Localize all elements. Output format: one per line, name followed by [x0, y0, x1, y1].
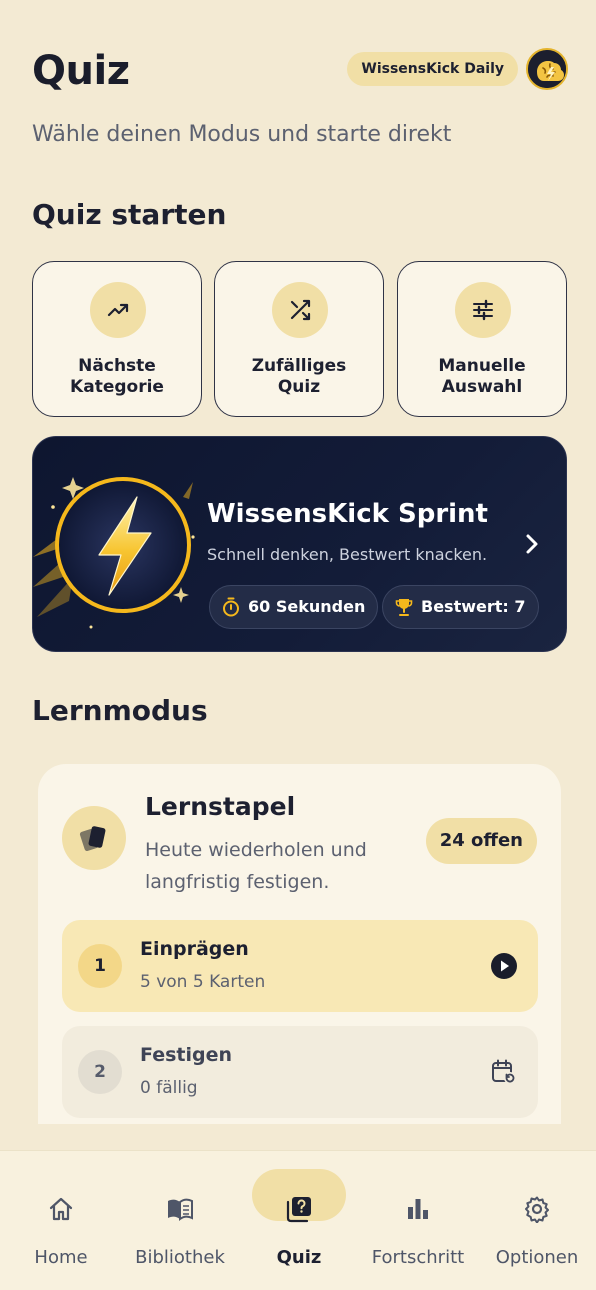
tile-label: Manuelle Auswahl — [438, 356, 526, 397]
tab-fortschritt[interactable]: Fortschritt — [363, 1169, 473, 1269]
quiz-icon — [286, 1197, 311, 1223]
play-icon[interactable] — [490, 952, 518, 980]
step-title: Festigen — [140, 1044, 233, 1066]
tile-label: Nächste Kategorie — [70, 356, 164, 397]
bar-chart-icon — [408, 1199, 428, 1219]
tab-optionen[interactable]: Optionen — [482, 1169, 592, 1269]
tile-icon-circle — [90, 282, 146, 338]
timer-chip-label: 60 Sekunden — [248, 597, 366, 616]
tab-label: Bibliothek — [135, 1247, 225, 1268]
gear-icon — [525, 1196, 549, 1223]
tab-label: Fortschritt — [371, 1247, 465, 1268]
tile-icon-circle — [455, 282, 511, 338]
tab-bar: Home Bibliothek Quiz Fortschritt Optione… — [0, 1150, 596, 1290]
section-title-quiz-starten: Quiz starten — [32, 198, 227, 231]
section-title-lernmodus: Lernmodus — [32, 694, 208, 727]
learn-deck-card: Lernstapel Heute wiederholen und langfri… — [38, 764, 561, 1124]
deck-subtitle: Heute wiederholen und langfristig festig… — [145, 839, 367, 893]
tab-label: Home — [34, 1247, 88, 1268]
step-subtitle: 5 von 5 Karten — [140, 972, 266, 992]
tile-label: Zufälliges Quiz — [251, 356, 347, 397]
step-number: 2 — [78, 1050, 122, 1094]
sprint-subtitle: Schnell denken, Bestwert knacken. — [207, 545, 488, 564]
page-title: Quiz — [32, 48, 130, 94]
page-subtitle: Wähle deinen Modus und starte direkt — [32, 122, 452, 147]
timer-chip: 60 Sekunden — [209, 585, 379, 629]
tile-next-category[interactable]: Nächste Kategorie — [32, 261, 202, 417]
shuffle-icon — [290, 299, 311, 321]
tile-random-quiz[interactable]: Zufälliges Quiz — [214, 261, 384, 417]
deck-title: Lernstapel — [145, 792, 296, 821]
best-score-label: Bestwert: 7 — [421, 597, 526, 616]
best-score-chip: Bestwert: 7 — [382, 585, 539, 629]
chevron-right-icon[interactable] — [522, 532, 542, 556]
stopwatch-icon — [223, 597, 239, 617]
tab-label: Optionen — [495, 1247, 579, 1268]
sprint-title: WissensKick Sprint — [207, 499, 488, 529]
step-title: Einprägen — [140, 938, 249, 960]
daily-badge[interactable]: WissensKick Daily — [347, 52, 518, 86]
deck-icon-circle — [62, 806, 126, 870]
cards-icon — [79, 826, 106, 852]
tile-manual-selection[interactable]: Manuelle Auswahl — [397, 261, 567, 417]
step-festigen[interactable]: 2 Festigen 0 fällig — [62, 1026, 538, 1118]
step-subtitle: 0 fällig — [140, 1078, 198, 1098]
tab-quiz[interactable]: Quiz — [244, 1169, 354, 1269]
tab-bibliothek[interactable]: Bibliothek — [125, 1169, 235, 1269]
open-count-badge: 24 offen — [425, 818, 537, 864]
calendar-refresh-icon[interactable] — [490, 1058, 518, 1086]
step-number: 1 — [78, 944, 122, 988]
lightning-emblem-icon — [33, 477, 195, 629]
tab-label: Quiz — [276, 1247, 322, 1268]
book-icon — [168, 1198, 193, 1221]
brain-logo-icon — [528, 50, 566, 88]
quiz-screen: Quiz WissensKick Daily Wähle deinen Modu… — [0, 0, 596, 1290]
avatar[interactable] — [526, 48, 568, 90]
start-tiles: Nächste Kategorie Zufälliges Quiz Manuel… — [32, 261, 567, 417]
trending-up-icon — [107, 303, 129, 317]
sliders-icon — [473, 299, 493, 321]
trophy-icon — [395, 599, 413, 616]
home-icon — [49, 1197, 73, 1221]
tab-home[interactable]: Home — [6, 1169, 116, 1269]
step-einpraegen[interactable]: 1 Einprägen 5 von 5 Karten — [62, 920, 538, 1012]
tile-icon-circle — [272, 282, 328, 338]
sprint-card[interactable]: WissensKick Sprint Schnell denken, Bestw… — [32, 436, 567, 652]
header: Quiz WissensKick Daily — [32, 48, 568, 104]
